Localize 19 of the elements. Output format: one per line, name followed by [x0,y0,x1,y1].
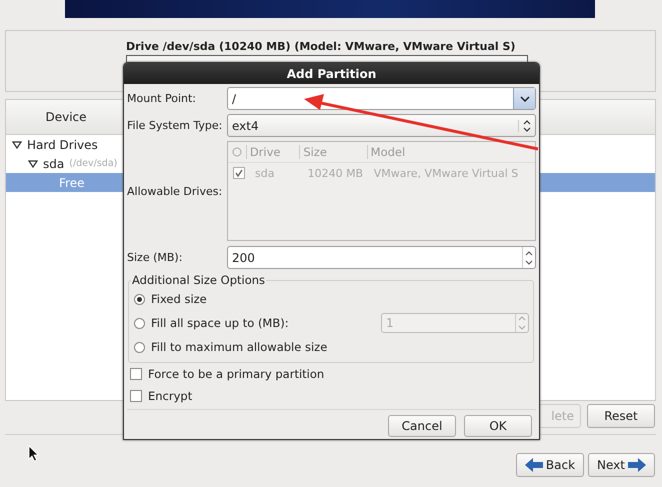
device-path: (/dev/sda) [69,158,118,169]
checkbox-label: Encrypt [148,389,192,403]
drive-title: Drive /dev/sda (10240 MB) (Model: VMware, VMware Virtual S) [126,40,516,53]
list-cell-text: sda [254,166,276,180]
list-cell-text: VMware, VMware Virtual S [372,166,520,180]
tree-label: Hard Drives [27,138,98,152]
option-label: Fill to maximum allowable size [151,340,328,354]
field-label: File System Type: [127,119,224,132]
list-cell-text: 10240 MB [306,166,364,180]
tree-label: Free [59,176,84,190]
checkbox-label: Force to be a primary partition [148,367,324,381]
dialog-title: Add Partition [124,63,539,84]
field-label: Mount Point: [127,92,197,105]
option-label: Fill all space up to (MB): [151,316,289,330]
group-title: Additional Size Options [131,273,266,287]
field-label: Allowable Drives: [127,184,224,198]
tree-label: sda [43,156,64,170]
field-label: Size (MB): [127,251,184,264]
option-label: Fixed size [151,292,207,306]
